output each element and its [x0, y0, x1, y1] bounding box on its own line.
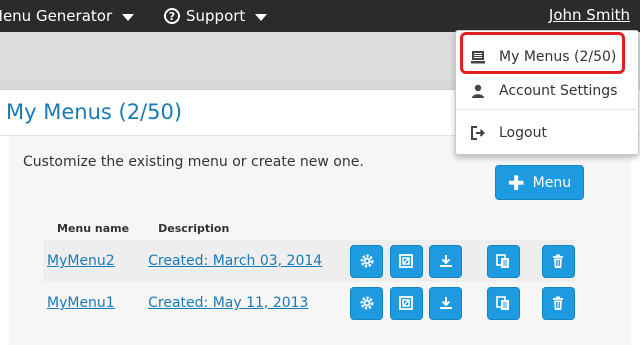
delete-button[interactable]	[541, 286, 575, 320]
download-button[interactable]	[429, 286, 463, 320]
menu-name-link[interactable]: MyMenu1	[47, 295, 115, 311]
chevron-down-icon	[122, 13, 135, 21]
copy-icon	[496, 296, 510, 310]
add-menu-button[interactable]: ✚ Menu	[495, 165, 584, 200]
menu-generator-nav[interactable]: Menu Generator	[0, 0, 135, 32]
plus-icon: ✚	[507, 170, 525, 195]
help-icon: ?	[164, 8, 180, 24]
dropdown-separator	[456, 109, 640, 110]
dropdown-item-logout[interactable]: Logout	[456, 117, 640, 149]
dropdown-item-label: Account Settings	[499, 83, 618, 99]
menu-name-link[interactable]: MyMenu2	[47, 253, 115, 269]
gear-icon	[360, 254, 374, 268]
download-icon	[439, 255, 452, 267]
table-row: MyMenu2 Created: March 03, 2014	[43, 240, 575, 282]
page-title: My Menus (2/50)	[6, 100, 183, 124]
highlight-annotation	[460, 32, 625, 74]
dropdown-item-label: Logout	[499, 125, 547, 141]
column-header-description: Description	[158, 221, 230, 235]
top-navigation-bar: Menu Generator ? Support John Smith	[0, 0, 640, 32]
trash-icon	[553, 254, 564, 268]
resize-button[interactable]	[389, 244, 423, 278]
settings-button[interactable]	[350, 244, 384, 278]
dropdown-item-account-settings[interactable]: Account Settings	[456, 75, 640, 107]
panel-body: Customize the existing menu or create ne…	[9, 136, 631, 345]
copy-button[interactable]	[486, 244, 520, 278]
column-header-menu-name: Menu name	[57, 221, 130, 235]
download-button[interactable]	[429, 244, 463, 278]
resize-button[interactable]	[389, 286, 423, 320]
column-header-actions	[346, 216, 575, 240]
user-icon	[472, 84, 484, 98]
support-nav[interactable]: ? Support	[164, 0, 268, 32]
trash-icon	[553, 296, 564, 310]
delete-button[interactable]	[541, 244, 575, 278]
resize-icon	[399, 254, 414, 268]
settings-button[interactable]	[350, 286, 384, 320]
gear-icon	[360, 296, 374, 310]
chevron-down-icon	[255, 13, 268, 21]
resize-icon	[399, 296, 414, 310]
copy-button[interactable]	[486, 286, 520, 320]
copy-icon	[496, 254, 510, 268]
table-row: MyMenu1 Created: May 11, 2013	[43, 282, 575, 324]
menu-description-link[interactable]: Created: May 11, 2013	[148, 295, 308, 311]
logout-icon	[471, 126, 485, 140]
download-icon	[439, 297, 452, 309]
table-header-row: Menu name Description	[43, 216, 575, 240]
menus-table: Menu name Description MyMenu2 Created: M…	[43, 216, 575, 324]
support-label: Support	[186, 7, 246, 25]
add-menu-label: Menu	[532, 174, 572, 191]
menu-generator-label: Menu Generator	[0, 7, 113, 25]
user-menu-link[interactable]: John Smith	[549, 0, 630, 32]
menu-description-link[interactable]: Created: March 03, 2014	[148, 253, 322, 269]
intro-text: Customize the existing menu or create ne…	[23, 154, 364, 170]
